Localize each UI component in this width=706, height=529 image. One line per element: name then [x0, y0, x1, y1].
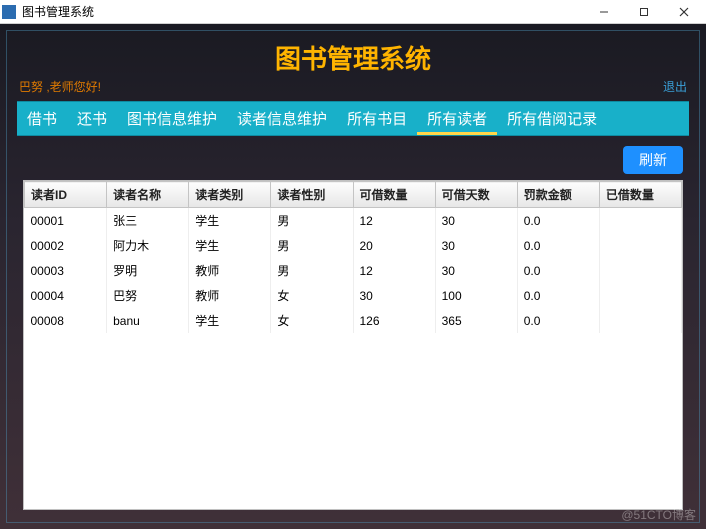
action-row: 刷新: [23, 146, 683, 174]
window-controls: [584, 0, 704, 24]
cell-bq: 30: [353, 283, 435, 308]
cell-name: banu: [107, 308, 189, 333]
col-borrow-days[interactable]: 可借天数: [435, 182, 517, 208]
cell-fine: 0.0: [517, 258, 599, 283]
window-title: 图书管理系统: [22, 3, 584, 20]
cell-sex: 男: [271, 208, 353, 234]
cell-borrowed: [599, 283, 681, 308]
cell-name: 罗明: [107, 258, 189, 283]
cell-cat: 教师: [189, 258, 271, 283]
col-reader-id[interactable]: 读者ID: [25, 182, 107, 208]
tabs-bar: 借书 还书 图书信息维护 读者信息维护 所有书目 所有读者 所有借阅记录: [17, 101, 689, 136]
tab-reader-maint[interactable]: 读者信息维护: [227, 102, 337, 135]
cell-fine: 0.0: [517, 308, 599, 333]
tab-all-borrow-records[interactable]: 所有借阅记录: [497, 102, 607, 135]
title-bar: 图书管理系统: [0, 0, 706, 24]
tab-book-maint[interactable]: 图书信息维护: [117, 102, 227, 135]
table-row[interactable]: 00001 张三 学生 男 12 30 0.0: [25, 208, 682, 234]
col-reader-sex[interactable]: 读者性别: [271, 182, 353, 208]
cell-name: 张三: [107, 208, 189, 234]
cell-bq: 12: [353, 208, 435, 234]
cell-sex: 男: [271, 258, 353, 283]
cell-borrowed: [599, 208, 681, 234]
cell-id: 00008: [25, 308, 107, 333]
col-reader-category[interactable]: 读者类别: [189, 182, 271, 208]
col-borrowed[interactable]: 已借数量: [599, 182, 681, 208]
table-row[interactable]: 00002 阿力木 学生 男 20 30 0.0: [25, 233, 682, 258]
refresh-button[interactable]: 刷新: [623, 146, 683, 174]
cell-bd: 30: [435, 258, 517, 283]
readers-table: 读者ID 读者名称 读者类别 读者性别 可借数量 可借天数 罚款金额 已借数量: [24, 181, 682, 333]
table-row[interactable]: 00003 罗明 教师 男 12 30 0.0: [25, 258, 682, 283]
cell-fine: 0.0: [517, 233, 599, 258]
tab-spacer: [607, 102, 689, 135]
table-row[interactable]: 00008 banu 学生 女 126 365 0.0: [25, 308, 682, 333]
minimize-button[interactable]: [584, 0, 624, 24]
exit-link[interactable]: 退出: [663, 78, 687, 95]
cell-id: 00003: [25, 258, 107, 283]
app-window: 图书管理系统 图书管理系统 巴努 ,老师您好! 退出 借书 还书 图书信息维护: [0, 0, 706, 529]
cell-sex: 女: [271, 283, 353, 308]
cell-borrowed: [599, 258, 681, 283]
table-header-row: 读者ID 读者名称 读者类别 读者性别 可借数量 可借天数 罚款金额 已借数量: [25, 182, 682, 208]
content-area: 图书管理系统 巴努 ,老师您好! 退出 借书 还书 图书信息维护 读者信息维护 …: [0, 24, 706, 529]
app-icon: [2, 5, 16, 19]
col-borrow-qty[interactable]: 可借数量: [353, 182, 435, 208]
greeting-text: 巴努 ,老师您好!: [19, 78, 101, 95]
cell-bq: 20: [353, 233, 435, 258]
cell-cat: 学生: [189, 208, 271, 234]
cell-bd: 100: [435, 283, 517, 308]
cell-bd: 30: [435, 208, 517, 234]
cell-cat: 教师: [189, 283, 271, 308]
cell-bq: 126: [353, 308, 435, 333]
cell-name: 巴努: [107, 283, 189, 308]
cell-id: 00002: [25, 233, 107, 258]
tab-all-books[interactable]: 所有书目: [337, 102, 417, 135]
app-title: 图书管理系统: [17, 39, 689, 76]
inner-panel: 图书管理系统 巴努 ,老师您好! 退出 借书 还书 图书信息维护 读者信息维护 …: [6, 30, 700, 523]
cell-id: 00004: [25, 283, 107, 308]
cell-sex: 男: [271, 233, 353, 258]
tab-borrow[interactable]: 借书: [17, 102, 67, 135]
tab-all-readers[interactable]: 所有读者: [417, 102, 497, 135]
col-fine[interactable]: 罚款金额: [517, 182, 599, 208]
cell-fine: 0.0: [517, 208, 599, 234]
cell-fine: 0.0: [517, 283, 599, 308]
cell-bq: 12: [353, 258, 435, 283]
cell-bd: 365: [435, 308, 517, 333]
maximize-button[interactable]: [624, 0, 664, 24]
cell-bd: 30: [435, 233, 517, 258]
cell-borrowed: [599, 308, 681, 333]
cell-sex: 女: [271, 308, 353, 333]
cell-borrowed: [599, 233, 681, 258]
cell-cat: 学生: [189, 233, 271, 258]
cell-cat: 学生: [189, 308, 271, 333]
close-button[interactable]: [664, 0, 704, 24]
cell-id: 00001: [25, 208, 107, 234]
tab-return[interactable]: 还书: [67, 102, 117, 135]
table-row[interactable]: 00004 巴努 教师 女 30 100 0.0: [25, 283, 682, 308]
readers-table-container: 读者ID 读者名称 读者类别 读者性别 可借数量 可借天数 罚款金额 已借数量: [23, 180, 683, 510]
col-reader-name[interactable]: 读者名称: [107, 182, 189, 208]
greet-row: 巴努 ,老师您好! 退出: [17, 78, 689, 95]
cell-name: 阿力木: [107, 233, 189, 258]
